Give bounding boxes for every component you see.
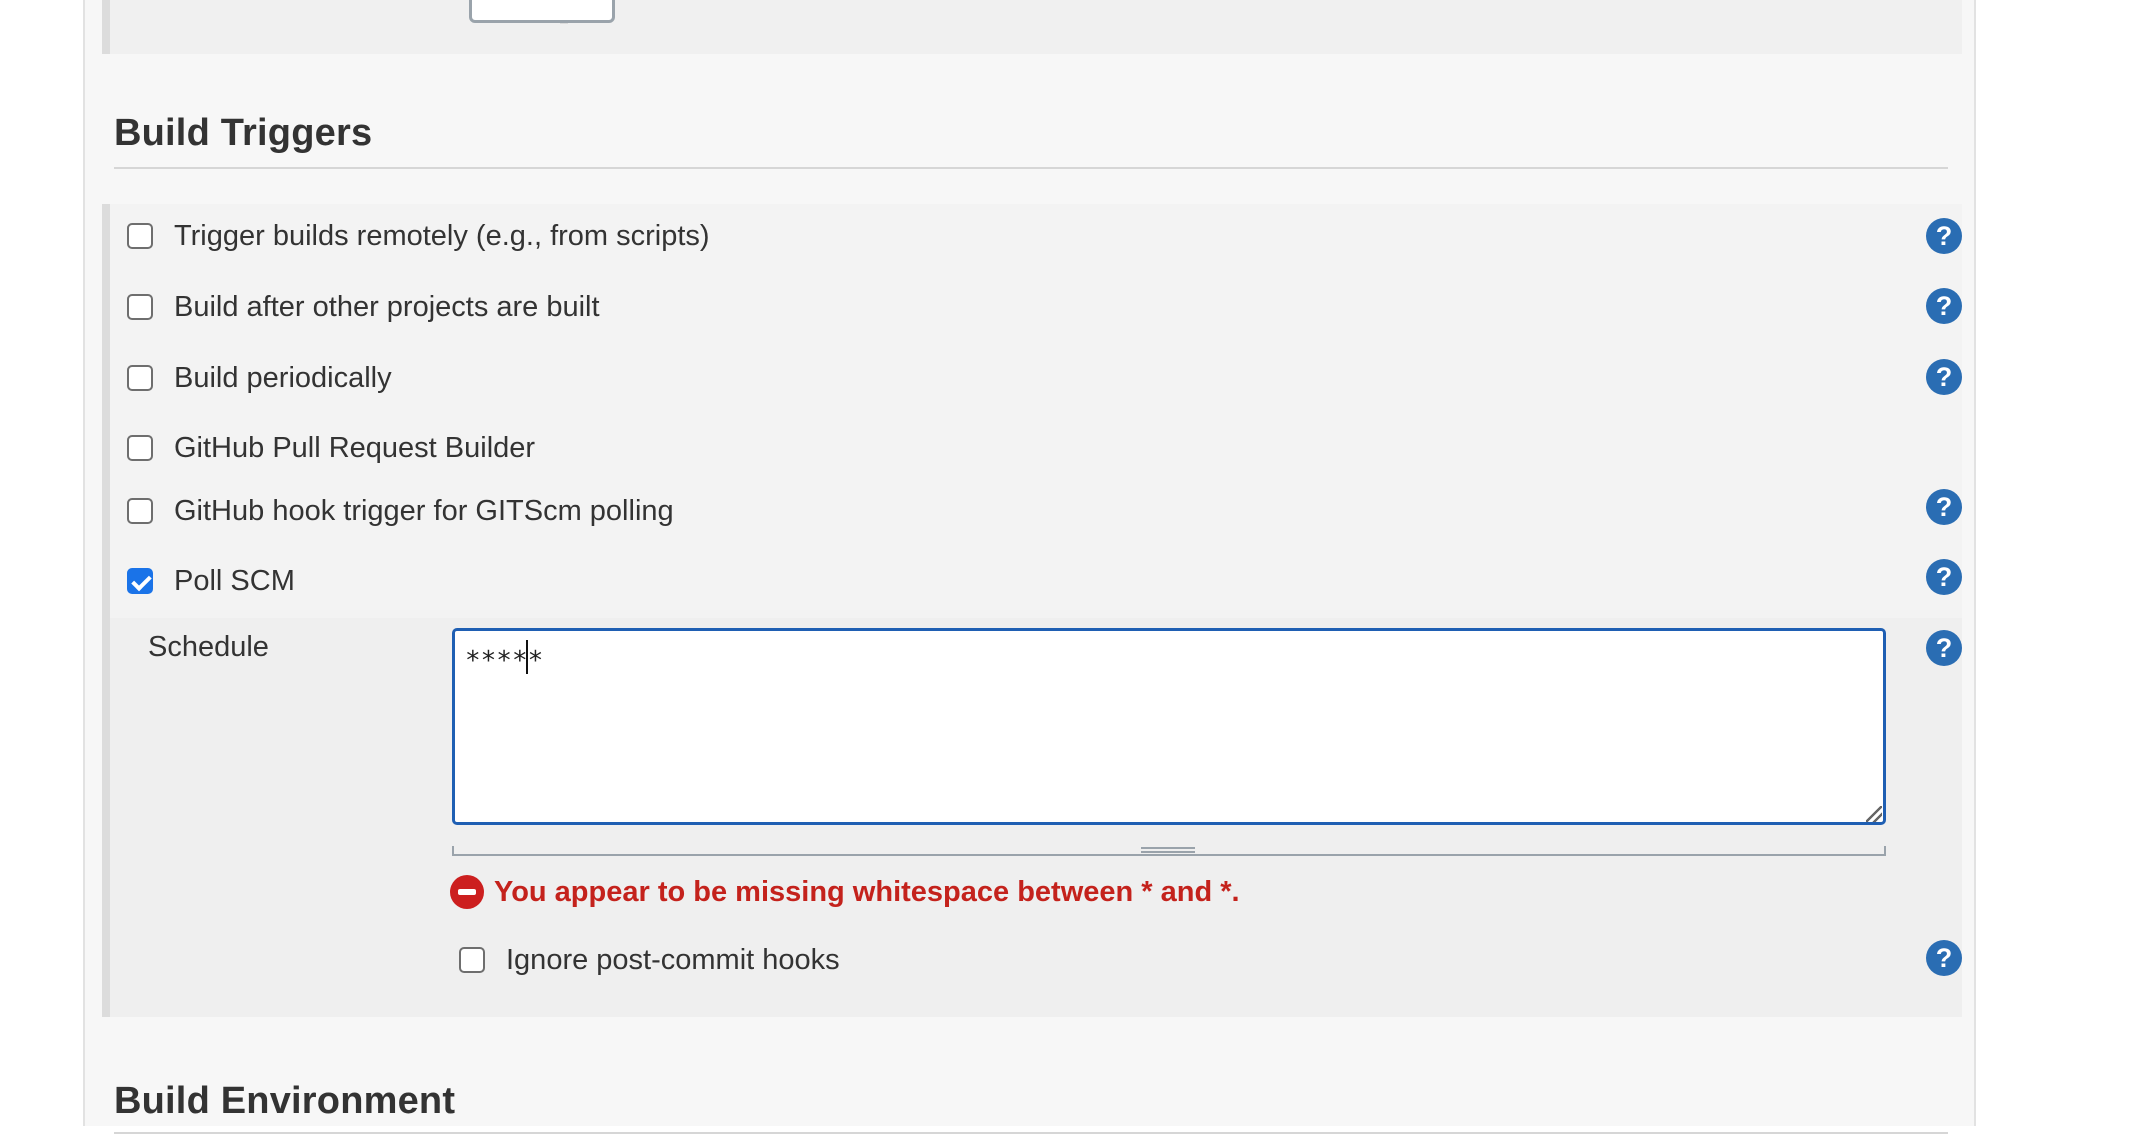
- help-icon[interactable]: ?: [1926, 489, 1962, 525]
- resize-grip-icon[interactable]: [1866, 806, 1882, 822]
- schedule-validation-error: You appear to be missing whitespace betw…: [450, 874, 1240, 910]
- error-icon: [450, 875, 484, 909]
- help-icon[interactable]: ?: [1926, 630, 1962, 666]
- error-message: You appear to be missing whitespace betw…: [494, 875, 1240, 908]
- build-periodically-checkbox[interactable]: [127, 365, 153, 391]
- ignore-post-commit-hooks-checkbox[interactable]: [459, 947, 485, 973]
- build-after-other-projects-option[interactable]: Build after other projects are built: [127, 287, 600, 327]
- help-icon[interactable]: ?: [1926, 288, 1962, 324]
- build-after-other-projects-checkbox[interactable]: [127, 294, 153, 320]
- github-pr-builder-label: GitHub Pull Request Builder: [174, 431, 536, 464]
- github-hook-trigger-label: GitHub hook trigger for GITScm polling: [174, 494, 674, 527]
- build-periodically-option[interactable]: Build periodically: [127, 358, 392, 398]
- help-icon[interactable]: ?: [1926, 218, 1962, 254]
- schedule-textarea[interactable]: [452, 628, 1886, 825]
- build-environment-title: Build Environment: [114, 1080, 456, 1122]
- github-hook-trigger-option[interactable]: GitHub hook trigger for GITScm polling: [127, 491, 674, 531]
- schedule-label: Schedule: [148, 631, 269, 663]
- github-hook-trigger-checkbox[interactable]: [127, 498, 153, 524]
- build-after-other-projects-label: Build after other projects are built: [174, 290, 600, 323]
- trigger-remote-checkbox[interactable]: [127, 223, 153, 249]
- github-pr-builder-option[interactable]: GitHub Pull Request Builder: [127, 428, 535, 468]
- drag-handle-icon[interactable]: [1141, 847, 1195, 853]
- help-icon[interactable]: ?: [1926, 559, 1962, 595]
- previous-section-block: [102, 0, 1962, 54]
- previous-section-button[interactable]: [469, 0, 615, 23]
- build-triggers-title: Build Triggers: [114, 112, 373, 154]
- trigger-remote-label: Trigger builds remotely (e.g., from scri…: [174, 219, 710, 252]
- poll-scm-label: Poll SCM: [174, 564, 295, 597]
- build-triggers-divider: [114, 167, 1948, 169]
- ignore-post-commit-hooks-label: Ignore post-commit hooks: [506, 943, 840, 976]
- text-cursor: [526, 640, 528, 674]
- trigger-remote-option[interactable]: Trigger builds remotely (e.g., from scri…: [127, 216, 710, 256]
- help-icon[interactable]: ?: [1926, 359, 1962, 395]
- help-icon[interactable]: ?: [1926, 940, 1962, 976]
- poll-scm-checkbox[interactable]: [127, 568, 153, 594]
- github-pr-builder-checkbox[interactable]: [127, 435, 153, 461]
- poll-scm-option[interactable]: Poll SCM: [127, 561, 295, 601]
- ignore-post-commit-hooks-option[interactable]: Ignore post-commit hooks: [459, 940, 840, 980]
- build-periodically-label: Build periodically: [174, 361, 392, 394]
